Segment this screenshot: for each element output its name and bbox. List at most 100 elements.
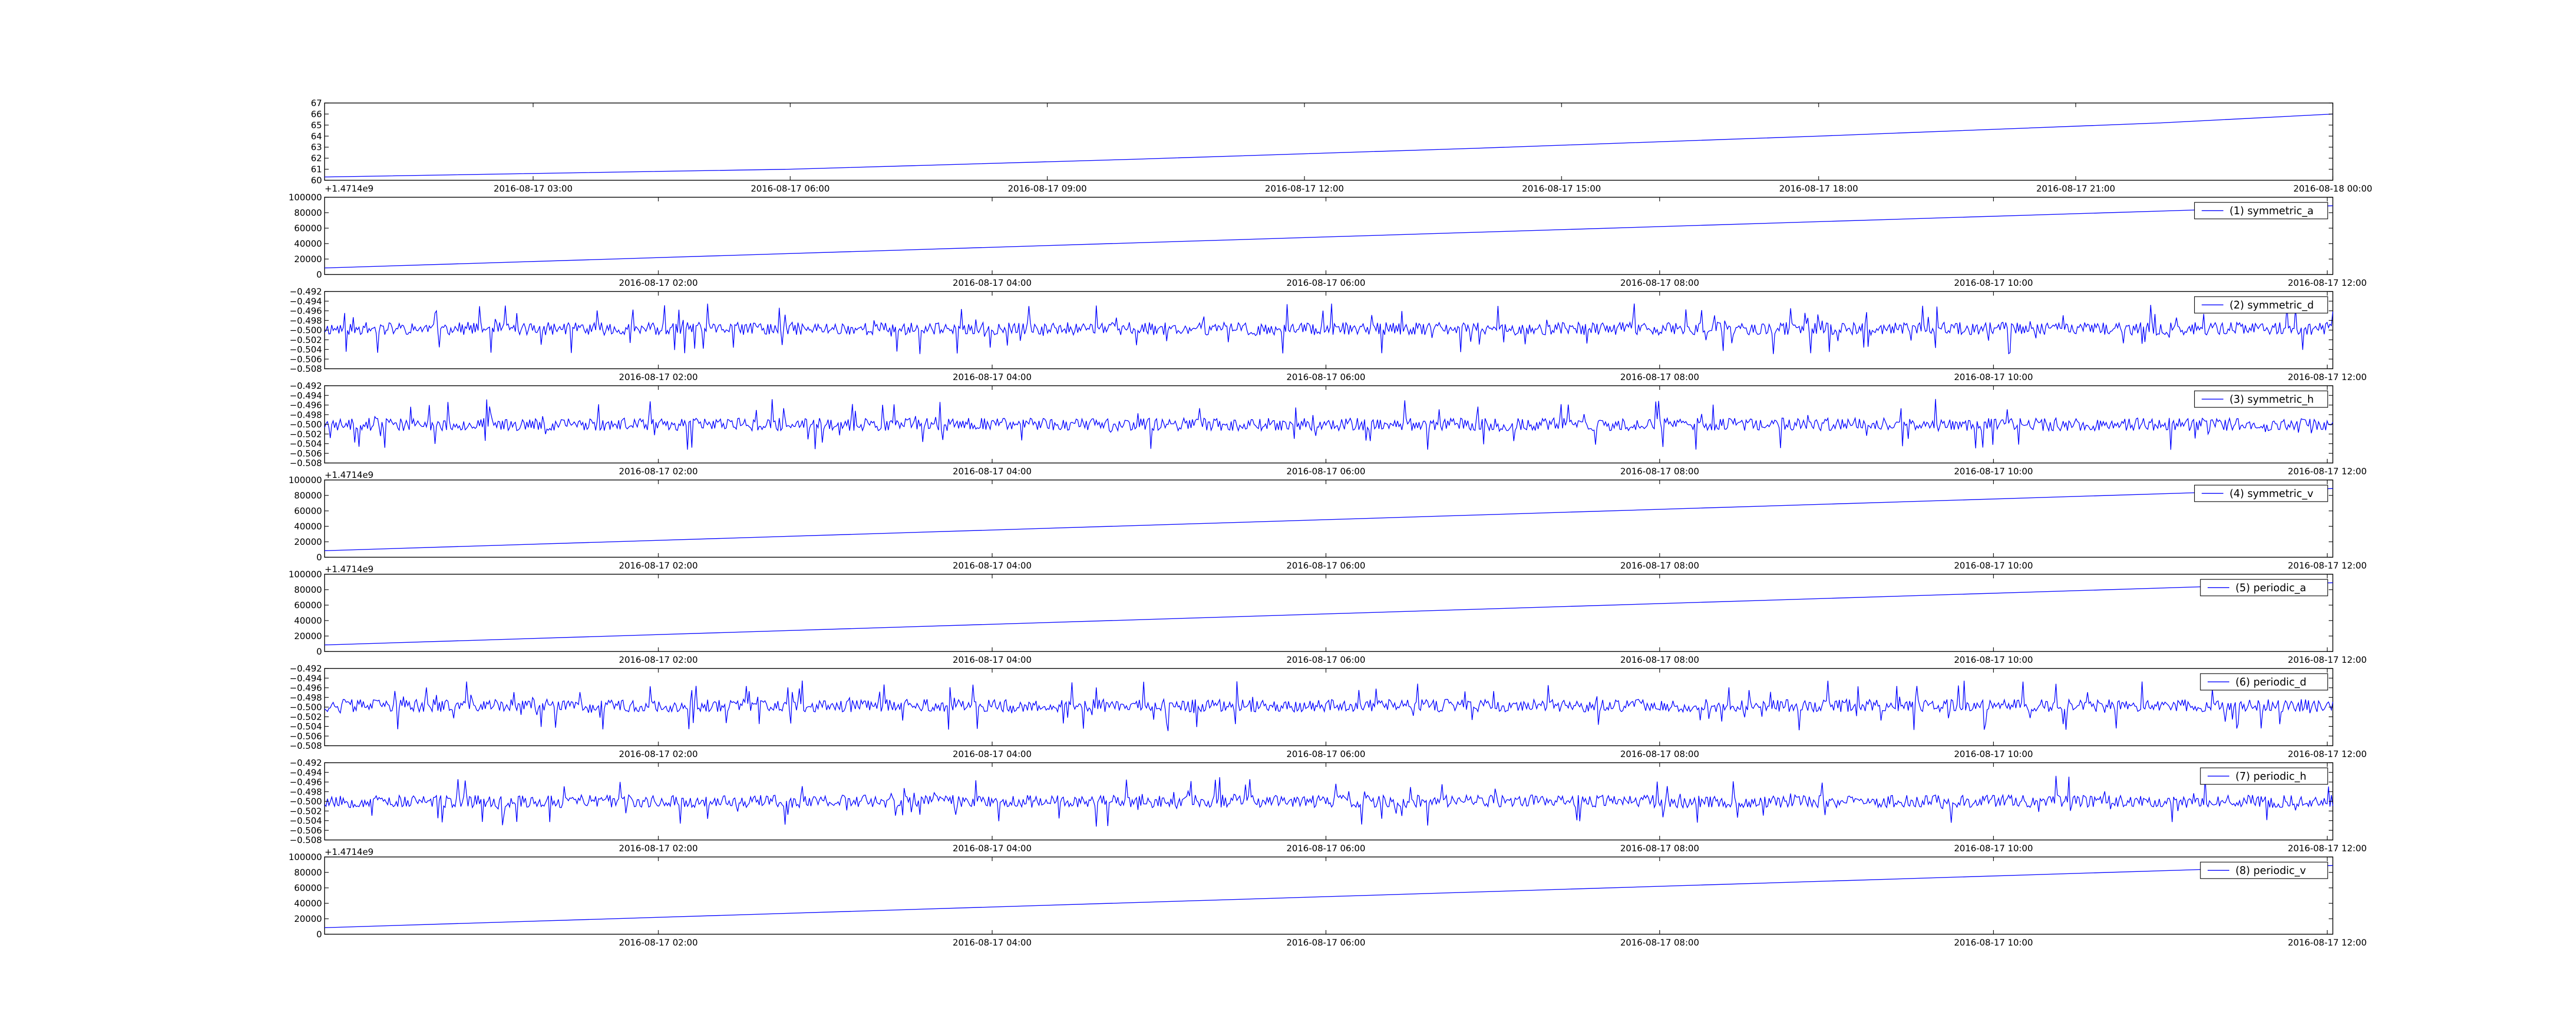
x-tick-label: 2016-08-17 12:00 — [2288, 655, 2367, 665]
x-tick-label: 2016-08-17 06:00 — [1286, 749, 1365, 760]
x-tick-label: 2016-08-17 06:00 — [1286, 938, 1365, 948]
x-tick-label: 2016-08-17 02:00 — [619, 561, 698, 571]
x-tick-label: 2016-08-17 08:00 — [1620, 467, 1699, 477]
x-tick-label: 2016-08-17 06:00 — [1286, 467, 1365, 477]
legend-label: (1) symmetric_a — [2230, 204, 2314, 217]
y-tick-label: −0.496 — [290, 683, 322, 694]
axes-frame — [324, 479, 2333, 558]
legend-label: (8) periodic_v — [2235, 864, 2306, 877]
series-line-1 — [324, 399, 2333, 450]
y-tick-label: −0.500 — [290, 420, 322, 430]
legend: (2) symmetric_d — [2194, 296, 2328, 314]
y-offset-label: +1.4714e9 — [325, 564, 374, 575]
y-tick-label: −0.494 — [290, 297, 322, 307]
y-tick-label: −0.504 — [290, 345, 322, 355]
series-line-1 — [324, 680, 2333, 731]
y-tick-label: −0.506 — [290, 826, 322, 836]
x-tick-label: 2016-08-17 12:00 — [2288, 844, 2367, 854]
y-offset-label: +1.4714e9 — [325, 847, 374, 857]
y-tick-label: 80000 — [294, 585, 322, 595]
y-tick-label: 60000 — [294, 883, 322, 894]
y-tick-label: −0.492 — [290, 381, 322, 391]
x-tick-label: 2016-08-17 06:00 — [1286, 372, 1365, 383]
y-tick-label: 20000 — [294, 914, 322, 924]
legend-label: (5) periodic_a — [2235, 581, 2306, 594]
y-tick-label: −0.500 — [290, 797, 322, 807]
y-tick-label: 62 — [311, 153, 322, 164]
y-tick-label: 60000 — [294, 224, 322, 234]
y-tick-label: 0 — [316, 553, 322, 563]
y-tick-label: 80000 — [294, 208, 322, 218]
y-tick-label: −0.502 — [290, 712, 322, 723]
y-tick-label: 40000 — [294, 899, 322, 909]
y-tick-label: 60000 — [294, 506, 322, 517]
series-line-1 — [324, 488, 2333, 551]
x-tick-label: 2016-08-17 12:00 — [1265, 184, 1344, 194]
y-tick-label: −0.506 — [290, 449, 322, 459]
y-tick-label: 40000 — [294, 239, 322, 249]
x-tick-label: 2016-08-17 04:00 — [953, 844, 1031, 854]
y-tick-label: 65 — [311, 121, 322, 131]
x-tick-label: 2016-08-17 15:00 — [1522, 184, 1601, 194]
y-tick-label: −0.492 — [290, 664, 322, 674]
y-tick-label: −0.506 — [290, 354, 322, 365]
series-line-1 — [324, 303, 2333, 354]
axes-frame — [324, 856, 2333, 935]
legend-label: (4) symmetric_v — [2230, 487, 2314, 500]
series-line-1 — [324, 865, 2333, 928]
x-tick-label: 2016-08-17 08:00 — [1620, 938, 1699, 948]
y-tick-label: 100000 — [289, 193, 322, 203]
x-tick-label: 2016-08-17 08:00 — [1620, 372, 1699, 383]
x-tick-label: 2016-08-17 06:00 — [1286, 561, 1365, 571]
x-tick-label: 2016-08-17 06:00 — [1286, 655, 1365, 665]
y-offset-label: +1.4714e9 — [325, 184, 374, 194]
legend-label: (7) periodic_h — [2235, 770, 2307, 782]
x-tick-label: 2016-08-18 00:00 — [2293, 184, 2372, 194]
x-tick-label: 2016-08-17 04:00 — [953, 561, 1031, 571]
legend: (6) periodic_d — [2200, 673, 2328, 691]
x-tick-label: 2016-08-17 04:00 — [953, 749, 1031, 760]
y-tick-label: 80000 — [294, 491, 322, 501]
x-tick-label: 2016-08-17 03:00 — [494, 184, 572, 194]
y-tick-label: 64 — [311, 131, 322, 142]
x-tick-label: 2016-08-17 02:00 — [619, 655, 698, 665]
figure: 2016-08-17 03:00 2016-08-17 06:00 2016-08-… — [289, 98, 2372, 948]
series-line-1 — [324, 113, 2333, 178]
x-tick-label: 2016-08-17 10:00 — [1954, 372, 2033, 383]
subplot-6: 2016-08-17 02:00 2016-08-17 04:00 2016-08-… — [289, 564, 2367, 665]
subplot-8: 2016-08-17 02:00 2016-08-17 04:00 2016-08-… — [290, 758, 2367, 854]
axes-frame — [324, 762, 2333, 840]
x-tick-label: 2016-08-17 04:00 — [953, 372, 1031, 383]
x-tick-label: 2016-08-17 02:00 — [619, 278, 698, 288]
y-tick-label: −0.498 — [290, 693, 322, 703]
x-tick-label: 2016-08-17 02:00 — [619, 372, 698, 383]
x-tick-label: 2016-08-17 06:00 — [751, 184, 829, 194]
y-tick-label: 100000 — [289, 852, 322, 863]
y-tick-label: 80000 — [294, 868, 322, 878]
x-tick-label: 2016-08-17 09:00 — [1008, 184, 1087, 194]
y-tick-label: −0.496 — [290, 306, 322, 317]
x-tick-label: 2016-08-17 12:00 — [2288, 278, 2367, 288]
y-tick-label: 61 — [311, 165, 322, 175]
axes-frame — [324, 385, 2333, 464]
y-tick-label: −0.500 — [290, 702, 322, 713]
x-tick-label: 2016-08-17 02:00 — [619, 749, 698, 760]
y-tick-label: 20000 — [294, 631, 322, 642]
x-tick-label: 2016-08-17 12:00 — [2288, 467, 2367, 477]
y-tick-label: −0.498 — [290, 787, 322, 797]
subplot-7: 2016-08-17 02:00 2016-08-17 04:00 2016-08-… — [290, 664, 2367, 760]
subplot-1: 2016-08-17 03:00 2016-08-17 06:00 2016-08-… — [311, 98, 2372, 194]
y-tick-label: 100000 — [289, 475, 322, 486]
y-tick-label: −0.502 — [290, 806, 322, 817]
x-tick-label: 2016-08-17 12:00 — [2288, 372, 2367, 383]
y-tick-label: 63 — [311, 143, 322, 153]
y-tick-label: −0.506 — [290, 731, 322, 742]
x-tick-label: 2016-08-17 06:00 — [1286, 844, 1365, 854]
legend: (4) symmetric_v — [2194, 485, 2328, 502]
x-tick-label: 2016-08-17 06:00 — [1286, 278, 1365, 288]
legend: (7) periodic_h — [2200, 767, 2328, 785]
legend-label: (6) periodic_d — [2235, 676, 2307, 688]
y-tick-label: 60000 — [294, 600, 322, 611]
series-line-1 — [324, 776, 2333, 827]
legend: (8) periodic_v — [2200, 862, 2328, 879]
